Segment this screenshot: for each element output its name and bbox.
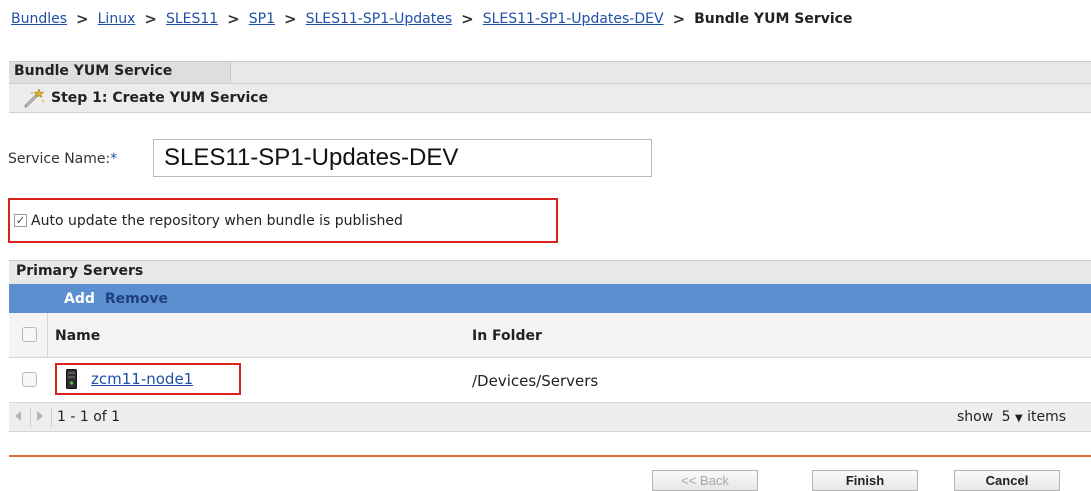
service-name-input[interactable] (153, 139, 652, 177)
remove-button[interactable]: Remove (105, 291, 168, 307)
table-header: Name In Folder (9, 313, 1091, 358)
breadcrumb-link-sles11[interactable]: SLES11 (166, 11, 218, 27)
breadcrumb-link-sles11-sp1-updates-dev[interactable]: SLES11-SP1-Updates-DEV (483, 11, 664, 27)
tab-strip: Bundle YUM Service (9, 61, 1091, 83)
required-marker: * (110, 151, 118, 167)
cancel-button[interactable]: Cancel (954, 470, 1060, 491)
back-button[interactable]: << Back (652, 470, 758, 491)
breadcrumb-separator: > (76, 10, 89, 28)
items-label: items (1027, 409, 1067, 425)
table-row: zcm11-node1 /Devices/Servers (9, 358, 1091, 403)
previous-page-icon[interactable] (15, 411, 21, 421)
auto-update-option: ✓ Auto update the repository when bundle… (8, 198, 558, 243)
show-label: show (957, 409, 994, 425)
breadcrumb-separator: > (144, 10, 157, 28)
step-header: Step 1: Create YUM Service (9, 83, 1091, 113)
step-title: Step 1: Create YUM Service (51, 90, 269, 106)
breadcrumb-separator: > (227, 10, 240, 28)
server-folder: /Devices/Servers (472, 372, 599, 390)
breadcrumb-link-linux[interactable]: Linux (98, 11, 136, 27)
server-name-cell: zcm11-node1 (55, 363, 241, 395)
footer-divider (9, 455, 1091, 457)
chevron-down-icon: ▼ (1015, 413, 1023, 424)
server-link[interactable]: zcm11-node1 (91, 370, 193, 388)
primary-servers-toolbar: Add Remove (9, 284, 1091, 313)
breadcrumb-link-sles11-sp1-updates[interactable]: SLES11-SP1-Updates (306, 11, 453, 27)
add-button[interactable]: Add (64, 291, 95, 307)
tab-bundle-yum-service[interactable]: Bundle YUM Service (9, 62, 231, 83)
page-range: 1 - 1 of 1 (57, 409, 121, 425)
breadcrumb-separator: > (284, 10, 297, 28)
auto-update-label[interactable]: Auto update the repository when bundle i… (31, 213, 403, 229)
column-header-name[interactable]: Name (55, 328, 100, 344)
auto-update-checkbox[interactable]: ✓ (14, 214, 27, 227)
column-divider (47, 313, 48, 358)
pager-divider (51, 408, 52, 427)
column-header-in-folder[interactable]: In Folder (472, 328, 542, 344)
breadcrumb: Bundles > Linux > SLES11 > SP1 > SLES11-… (11, 8, 852, 30)
server-icon (66, 369, 77, 389)
row-checkbox[interactable] (22, 372, 37, 387)
service-name-label-text: Service Name: (8, 151, 111, 167)
wand-icon (24, 88, 45, 108)
breadcrumb-link-bundles[interactable]: Bundles (11, 11, 67, 27)
pagination-bar: 1 - 1 of 1 show 5 ▼ items (9, 403, 1091, 432)
finish-button[interactable]: Finish (812, 470, 918, 491)
page-size-control: show 5 ▼ items (957, 409, 1066, 425)
breadcrumb-link-sp1[interactable]: SP1 (249, 11, 275, 27)
select-all-checkbox[interactable] (22, 327, 37, 342)
primary-servers-title: Primary Servers (9, 260, 1091, 284)
breadcrumb-separator: > (672, 10, 686, 28)
pager-divider (30, 408, 31, 427)
service-name-label: Service Name:* (8, 151, 117, 167)
breadcrumb-current: Bundle YUM Service (694, 11, 853, 27)
next-page-icon[interactable] (37, 411, 43, 421)
breadcrumb-separator: > (461, 10, 474, 28)
page-size-value: 5 (1001, 409, 1011, 425)
page-size-select[interactable]: 5 ▼ (1002, 409, 1023, 425)
